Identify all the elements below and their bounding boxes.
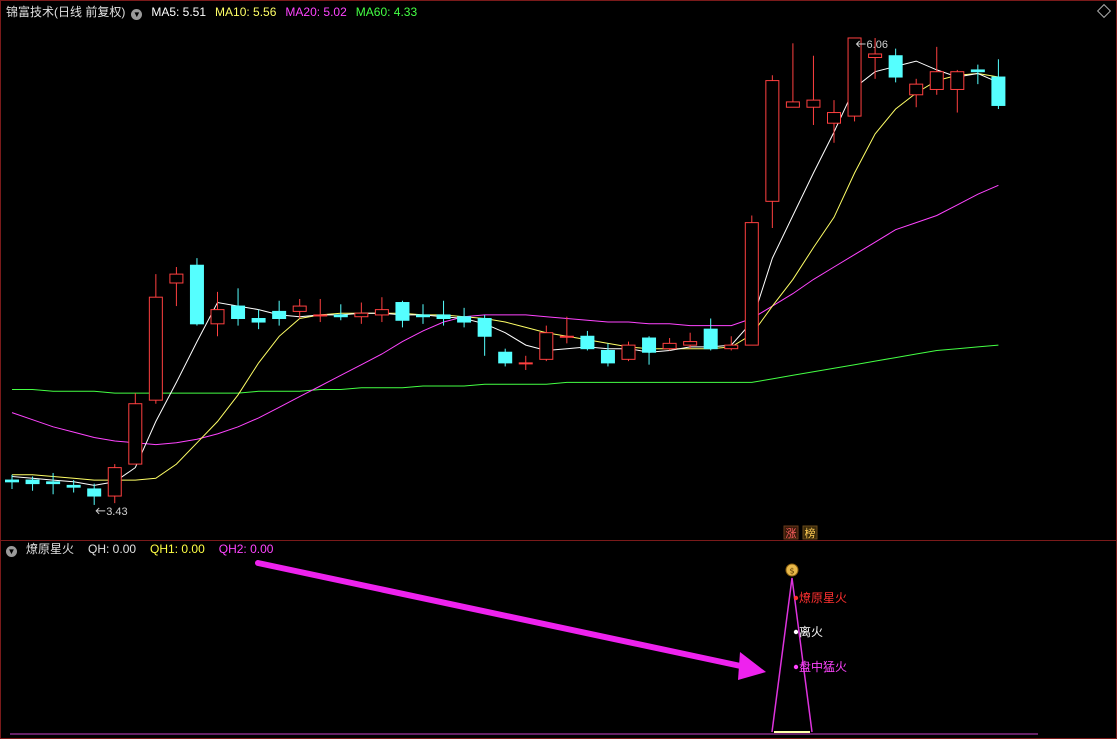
candle[interactable] bbox=[827, 100, 841, 143]
candle[interactable] bbox=[333, 304, 348, 321]
candle[interactable] bbox=[950, 69, 965, 113]
candle[interactable] bbox=[662, 338, 677, 351]
candle[interactable] bbox=[210, 291, 225, 337]
money-bag-icon: $ bbox=[785, 563, 799, 577]
candle[interactable] bbox=[457, 307, 472, 328]
candle[interactable] bbox=[559, 316, 574, 344]
candle[interactable] bbox=[929, 46, 944, 95]
candle[interactable] bbox=[189, 258, 204, 326]
candle[interactable] bbox=[683, 332, 698, 349]
candle[interactable] bbox=[909, 78, 924, 108]
candle[interactable] bbox=[436, 300, 451, 326]
signal-label-panzhong: 盘中猛火 bbox=[799, 659, 847, 674]
high-price-label: 6.06 bbox=[867, 39, 888, 51]
signal-label-lihuo: 离火 bbox=[799, 624, 823, 639]
badge-zhang[interactable]: 涨 bbox=[783, 525, 799, 540]
badge-bang-text: 榜 bbox=[805, 526, 816, 540]
candle[interactable] bbox=[600, 343, 615, 367]
candle[interactable] bbox=[724, 336, 739, 351]
candle[interactable] bbox=[231, 288, 246, 326]
candle[interactable] bbox=[518, 355, 533, 370]
candle[interactable] bbox=[847, 37, 862, 122]
low-price-label: 3.43 bbox=[106, 506, 127, 518]
candle[interactable] bbox=[66, 480, 81, 493]
candle[interactable] bbox=[148, 274, 163, 404]
candle[interactable] bbox=[272, 300, 287, 326]
svg-text:$: $ bbox=[789, 567, 794, 576]
candle[interactable] bbox=[395, 300, 410, 328]
candle[interactable] bbox=[107, 464, 122, 504]
candle[interactable] bbox=[991, 59, 1006, 109]
candle[interactable] bbox=[251, 309, 266, 330]
candle[interactable] bbox=[354, 302, 369, 324]
candle[interactable] bbox=[374, 297, 389, 323]
low-arrow-icon bbox=[95, 507, 106, 515]
candle[interactable] bbox=[292, 298, 307, 319]
candle[interactable] bbox=[703, 318, 718, 351]
candle[interactable] bbox=[888, 48, 903, 83]
candle[interactable] bbox=[642, 336, 657, 365]
candle[interactable] bbox=[539, 325, 554, 362]
signal-label-liaoyuan: 燎原星火 bbox=[799, 590, 847, 605]
candle[interactable] bbox=[498, 348, 513, 367]
candle[interactable] bbox=[477, 314, 492, 356]
candle[interactable] bbox=[87, 483, 102, 505]
candle[interactable] bbox=[128, 393, 143, 465]
candle[interactable] bbox=[744, 215, 759, 346]
candle[interactable] bbox=[621, 341, 636, 362]
ma5-line bbox=[11, 60, 999, 486]
candle[interactable] bbox=[313, 298, 328, 323]
ma10-line bbox=[12, 72, 999, 481]
candle[interactable] bbox=[806, 55, 821, 125]
badge-bang[interactable]: 榜 bbox=[802, 525, 818, 540]
candle[interactable] bbox=[169, 267, 184, 307]
annotation-arrow bbox=[255, 560, 766, 680]
candle[interactable] bbox=[785, 43, 800, 108]
candle[interactable] bbox=[580, 330, 595, 351]
kline-chart[interactable]: 6.06 3.43 涨 榜 $ 燎原星火 离火 盘中猛火 bbox=[0, 0, 1117, 739]
candle[interactable] bbox=[765, 75, 780, 228]
badge-zhang-text: 涨 bbox=[786, 527, 797, 540]
